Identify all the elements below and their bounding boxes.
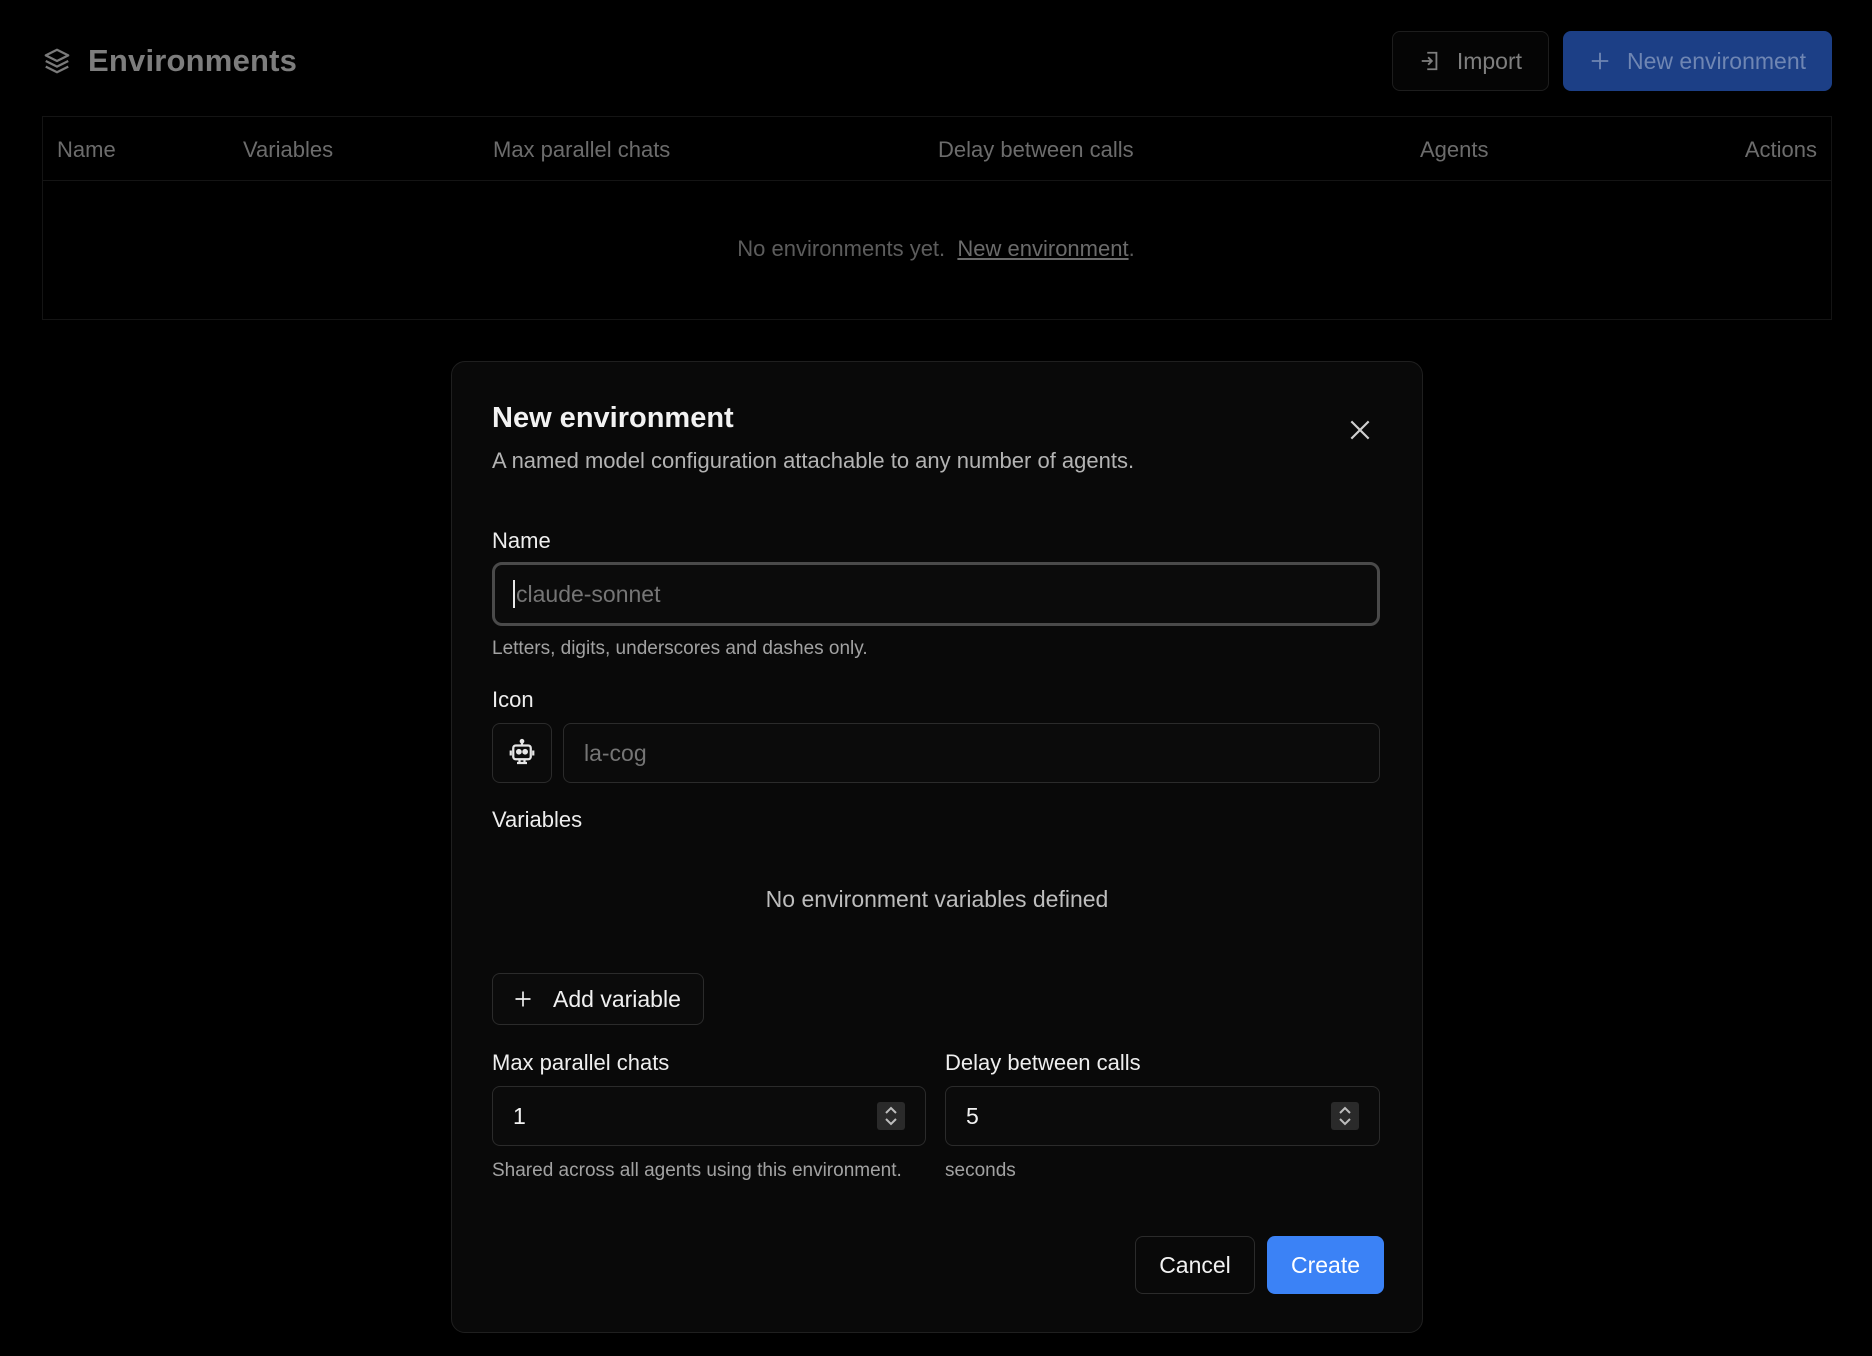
name-field[interactable] [492, 562, 1380, 626]
name-label: Name [492, 528, 551, 553]
delay-help: seconds [945, 1160, 1016, 1181]
delay-field[interactable] [945, 1086, 1380, 1146]
add-variable-button[interactable]: Add variable [492, 973, 704, 1025]
plus-icon [1591, 52, 1609, 70]
table-empty-state: No environments yet. New environment. [0, 236, 1872, 262]
name-input[interactable] [516, 580, 1356, 608]
max-parallel-help: Shared across all agents using this envi… [492, 1160, 902, 1181]
column-header-name[interactable]: Name [57, 137, 116, 163]
title-group: Environments [42, 43, 297, 79]
new-environment-button[interactable]: New environment [1563, 31, 1832, 91]
page-header: Environments Import New environment [42, 30, 1832, 92]
environments-table: Name Variables Max parallel chats Delay … [42, 116, 1832, 320]
max-parallel-input[interactable] [513, 1102, 713, 1130]
empty-suffix: . [1128, 236, 1135, 261]
icon-field[interactable] [563, 723, 1380, 783]
icon-label: Icon [492, 687, 534, 712]
import-button[interactable]: Import [1391, 31, 1550, 91]
new-environment-label: New environment [1627, 47, 1806, 74]
max-parallel-spinner[interactable] [877, 1102, 905, 1130]
add-variable-label: Add variable [553, 985, 681, 1012]
dialog-subtitle: A named model configuration attachable t… [492, 448, 1135, 473]
close-icon [1350, 420, 1370, 440]
column-header-variables[interactable]: Variables [243, 137, 333, 163]
icon-input[interactable] [584, 739, 1344, 767]
column-header-max-parallel[interactable]: Max parallel chats [493, 137, 670, 163]
page-title: Environments [88, 43, 298, 78]
column-header-actions: Actions [1744, 137, 1817, 162]
delay-input[interactable] [966, 1102, 1166, 1130]
cancel-button[interactable]: Cancel [1135, 1236, 1255, 1294]
layers-icon [44, 48, 70, 74]
new-environment-link[interactable]: New environment [957, 236, 1128, 261]
icon-preview[interactable] [492, 723, 552, 783]
import-icon [1421, 51, 1438, 71]
variables-label: Variables [492, 807, 583, 832]
close-button[interactable] [1342, 412, 1378, 448]
empty-text: No environments yet. [737, 236, 946, 261]
variables-empty-state: No environment variables defined [765, 886, 1109, 912]
text-caret [513, 580, 515, 608]
plus-icon [515, 991, 531, 1007]
column-header-agents[interactable]: Agents [1420, 137, 1489, 163]
spinner-arrows-icon [885, 1106, 897, 1126]
table-header: Name Variables Max parallel chats Delay … [43, 117, 1831, 181]
import-label: Import [1456, 47, 1523, 74]
max-parallel-label: Max parallel chats [492, 1050, 670, 1075]
new-environment-dialog: New environment A named model configurat… [451, 361, 1423, 1333]
header-actions: Import New environment [1391, 31, 1832, 91]
name-help-text: Letters, digits, underscores and dashes … [492, 638, 868, 659]
max-parallel-field[interactable] [492, 1086, 926, 1146]
dialog-title: New environment [492, 402, 734, 434]
column-header-delay[interactable]: Delay between calls [938, 137, 1134, 163]
delay-label: Delay between calls [945, 1050, 1141, 1075]
robot-icon [509, 738, 535, 765]
spinner-arrows-icon [1339, 1106, 1351, 1126]
delay-spinner[interactable] [1331, 1102, 1359, 1130]
create-button[interactable]: Create [1267, 1236, 1384, 1294]
